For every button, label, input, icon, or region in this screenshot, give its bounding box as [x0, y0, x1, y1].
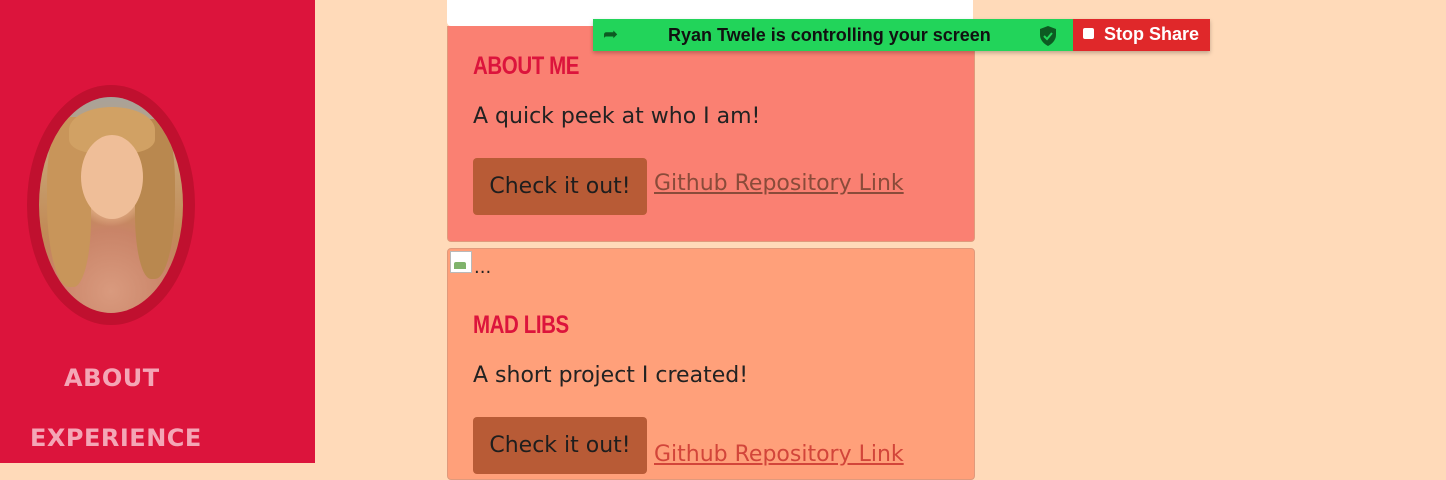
avatar-frame	[27, 85, 195, 325]
stop-share-button[interactable]: Stop Share	[1073, 19, 1210, 51]
nav-about[interactable]: ABOUT	[64, 364, 160, 392]
stop-icon	[1083, 28, 1094, 39]
image-alt-text: ...	[474, 257, 492, 278]
check-it-out-button[interactable]: Check it out!	[473, 158, 647, 215]
remote-control-banner: ➦ Ryan Twele is controlling your screen	[593, 19, 1073, 51]
check-it-out-button[interactable]: Check it out!	[473, 417, 647, 474]
screen-share-bar: ➦ Ryan Twele is controlling your screen …	[593, 19, 1210, 51]
stop-share-label: Stop Share	[1104, 24, 1200, 44]
shield-check-icon	[1040, 26, 1056, 46]
cursor-arrow-icon: ➦	[603, 24, 619, 45]
nav-experience[interactable]: EXPERIENCE	[30, 424, 202, 452]
broken-image-icon	[450, 251, 472, 273]
sidebar: ABOUT EXPERIENCE	[0, 0, 315, 463]
card-title: ABOUT ME	[473, 52, 580, 80]
remote-control-message: Ryan Twele is controlling your screen	[668, 25, 991, 45]
card-text: A short project I created!	[473, 363, 749, 388]
card-text: A quick peek at who I am!	[473, 104, 761, 129]
project-card-about-me: ABOUT ME A quick peek at who I am! Check…	[447, 26, 975, 242]
project-card-mad-libs: ... MAD LIBS A short project I created! …	[447, 248, 975, 480]
github-repository-link[interactable]: Github Repository Link	[654, 442, 904, 467]
card-title: MAD LIBS	[473, 311, 569, 339]
github-repository-link[interactable]: Github Repository Link	[654, 171, 904, 196]
avatar	[39, 97, 183, 313]
